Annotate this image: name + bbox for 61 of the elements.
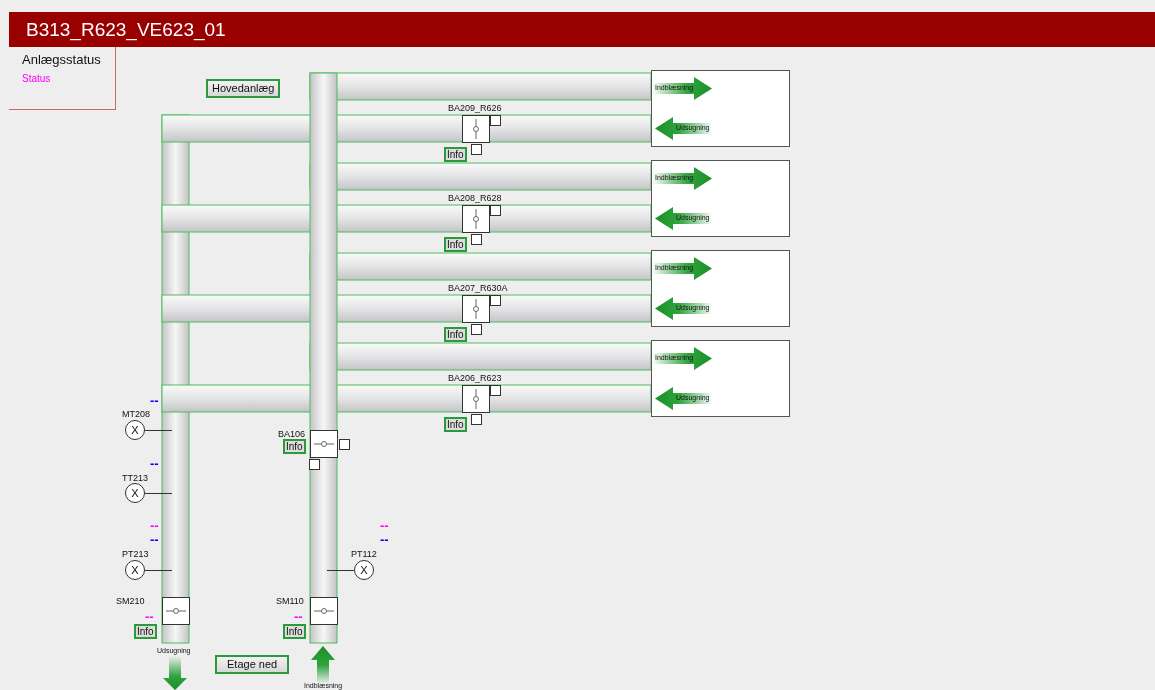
damper-symbol[interactable] <box>310 597 338 625</box>
sensor-value: -- <box>150 459 159 469</box>
info-button[interactable]: Info <box>444 327 467 342</box>
damper-value: -- <box>145 612 154 622</box>
sensor-label: PT112 <box>351 549 377 559</box>
floor-down-button[interactable]: Etage ned <box>215 655 290 674</box>
info-button[interactable]: Info <box>444 237 467 252</box>
damper-symbol[interactable] <box>310 430 338 458</box>
sensor-value: -- <box>380 521 389 531</box>
arrow-left-icon <box>655 207 711 230</box>
sensor-line <box>145 493 172 494</box>
arrow-left-icon <box>655 297 711 320</box>
panel-heading: Anlægsstatus <box>22 52 101 67</box>
arrow-left-icon <box>655 387 711 410</box>
sensor-symbol[interactable]: X <box>125 483 145 503</box>
indicator-square <box>471 144 482 155</box>
sensor-value: -- <box>150 396 159 406</box>
sensor-line <box>145 430 172 431</box>
indicator-square <box>471 324 482 335</box>
damper-symbol[interactable] <box>462 205 490 233</box>
info-button[interactable]: Info <box>283 439 306 454</box>
info-button[interactable]: Info <box>444 417 467 432</box>
info-button[interactable]: Info <box>283 624 306 639</box>
arrow-down-icon <box>163 656 187 690</box>
damper-label: BA106 <box>278 429 306 439</box>
sensor-value: -- <box>380 535 389 545</box>
sensor-line <box>327 570 354 571</box>
damper-symbol[interactable] <box>162 597 190 625</box>
damper-symbol[interactable] <box>462 295 490 323</box>
sensor-label: PT213 <box>122 549 149 559</box>
indicator-square <box>490 205 501 216</box>
window-title: B313_R623_VE623_01 <box>26 18 226 41</box>
indicator-square <box>309 459 320 470</box>
info-button[interactable]: Info <box>134 624 157 639</box>
sensor-label: TT213 <box>122 473 148 483</box>
damper-label: BA208_R628 <box>448 193 502 203</box>
indicator-square <box>490 385 501 396</box>
indicator-square <box>339 439 350 450</box>
arrow-left-icon <box>655 117 711 140</box>
sensor-symbol[interactable]: X <box>125 420 145 440</box>
arrow-up-icon <box>311 646 335 684</box>
indicator-square <box>490 295 501 306</box>
indicator-square <box>471 414 482 425</box>
indicator-square <box>490 115 501 126</box>
main-plant-button[interactable]: Hovedanlæg <box>206 79 281 98</box>
damper-label: BA209_R626 <box>448 103 502 113</box>
damper-symbol[interactable] <box>462 115 490 143</box>
damper-label: BA206_R623 <box>448 373 502 383</box>
damper-symbol[interactable] <box>462 385 490 413</box>
damper-label: SM110 <box>276 596 304 606</box>
info-button[interactable]: Info <box>444 147 467 162</box>
damper-value: -- <box>294 612 303 622</box>
damper-label: SM210 <box>116 596 145 606</box>
sensor-symbol[interactable]: X <box>125 560 145 580</box>
sensor-label: MT208 <box>122 409 150 419</box>
sensor-line <box>145 570 172 571</box>
indicator-square <box>471 234 482 245</box>
sensor-value: -- <box>150 535 159 545</box>
sensor-value: -- <box>150 521 159 531</box>
sensor-symbol[interactable]: X <box>354 560 374 580</box>
damper-label: BA207_R630A <box>448 283 508 293</box>
